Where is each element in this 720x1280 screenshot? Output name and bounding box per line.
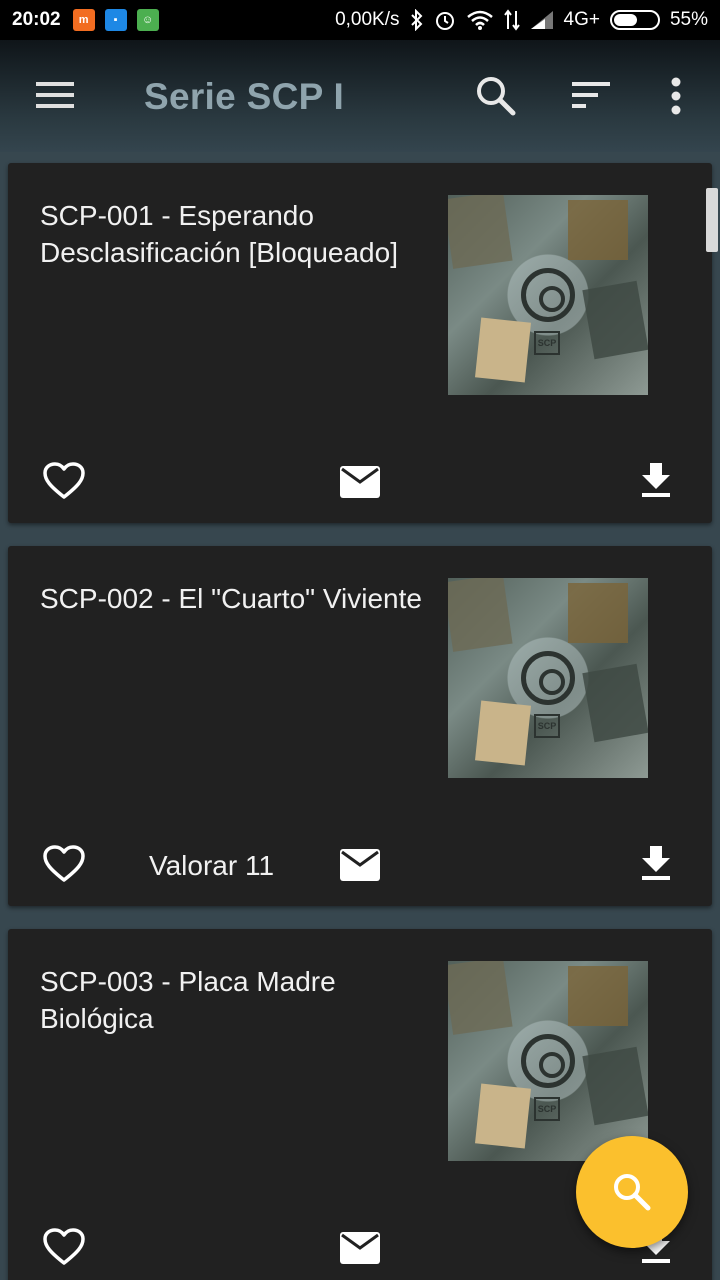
search-button[interactable] bbox=[474, 74, 518, 123]
share-mail-button[interactable] bbox=[339, 465, 381, 499]
battery-icon bbox=[609, 10, 660, 30]
signal-icon bbox=[530, 10, 554, 30]
network-type: 4G+ bbox=[563, 9, 600, 30]
scp-logo-icon bbox=[521, 1034, 575, 1088]
mail-icon bbox=[340, 849, 380, 881]
search-fab[interactable] bbox=[576, 1136, 688, 1248]
alarm-icon bbox=[434, 9, 456, 31]
download-button[interactable] bbox=[639, 844, 673, 882]
scp-tag: SCP bbox=[534, 1097, 560, 1121]
card-thumbnail[interactable]: SCP bbox=[448, 195, 648, 395]
heart-icon bbox=[43, 845, 85, 882]
download-button[interactable] bbox=[639, 461, 673, 499]
app-bar: Serie SCP I bbox=[0, 40, 720, 152]
wifi-icon bbox=[466, 9, 494, 31]
scrollbar[interactable] bbox=[706, 188, 718, 252]
favorite-button[interactable] bbox=[42, 461, 86, 501]
android-app-icon: ☺ bbox=[136, 9, 159, 31]
notification-app-icon: ▪ bbox=[104, 9, 127, 31]
more-vert-icon bbox=[671, 77, 681, 115]
search-icon bbox=[614, 1174, 651, 1211]
menu-button[interactable] bbox=[36, 80, 76, 112]
scp-logo-icon bbox=[521, 268, 575, 322]
card-title: SCP-001 - Esperando Desclasificación [Bl… bbox=[40, 200, 398, 268]
favorite-button[interactable] bbox=[42, 1227, 86, 1267]
status-bar: 20:02 m ▪ ☺ 0,00K/s 4G+ 55% bbox=[0, 0, 720, 40]
download-icon bbox=[642, 846, 670, 880]
card-thumbnail[interactable]: SCP bbox=[448, 961, 648, 1161]
mail-icon bbox=[340, 466, 380, 498]
download-icon bbox=[642, 463, 670, 497]
bluetooth-icon bbox=[410, 9, 424, 31]
card-thumbnail[interactable]: SCP bbox=[448, 578, 648, 778]
mi-app-icon: m bbox=[72, 9, 95, 31]
rating-label[interactable]: Valorar 11 bbox=[149, 848, 274, 884]
mail-icon bbox=[340, 1232, 380, 1264]
heart-icon bbox=[43, 1228, 85, 1265]
page-title: Serie SCP I bbox=[144, 76, 345, 117]
sort-button[interactable] bbox=[570, 78, 614, 119]
menu-icon bbox=[36, 82, 74, 108]
scp-card[interactable]: SCP-001 - Esperando Desclasificación [Bl… bbox=[8, 163, 712, 523]
favorite-button[interactable] bbox=[42, 844, 86, 884]
scp-tag: SCP bbox=[534, 331, 560, 355]
battery-percent: 55% bbox=[669, 9, 708, 30]
network-speed: 0,00K/s bbox=[335, 9, 400, 30]
share-mail-button[interactable] bbox=[339, 1231, 381, 1265]
scp-card[interactable]: SCP-002 - El "Cuarto" Viviente SCP Valor… bbox=[8, 546, 712, 906]
share-mail-button[interactable] bbox=[339, 848, 381, 882]
scp-tag: SCP bbox=[534, 714, 560, 738]
data-transfer-icon bbox=[503, 9, 520, 31]
scp-list: SCP-001 - Esperando Desclasificación [Bl… bbox=[0, 152, 720, 1280]
heart-icon bbox=[43, 462, 85, 499]
more-options-button[interactable] bbox=[664, 76, 688, 121]
status-time: 20:02 bbox=[12, 9, 61, 30]
sort-icon bbox=[572, 82, 610, 108]
search-icon bbox=[477, 77, 516, 116]
card-title: SCP-003 - Placa Madre Biológica bbox=[40, 966, 336, 1034]
card-title: SCP-002 - El "Cuarto" Viviente bbox=[40, 583, 422, 614]
scp-logo-icon bbox=[521, 651, 575, 705]
